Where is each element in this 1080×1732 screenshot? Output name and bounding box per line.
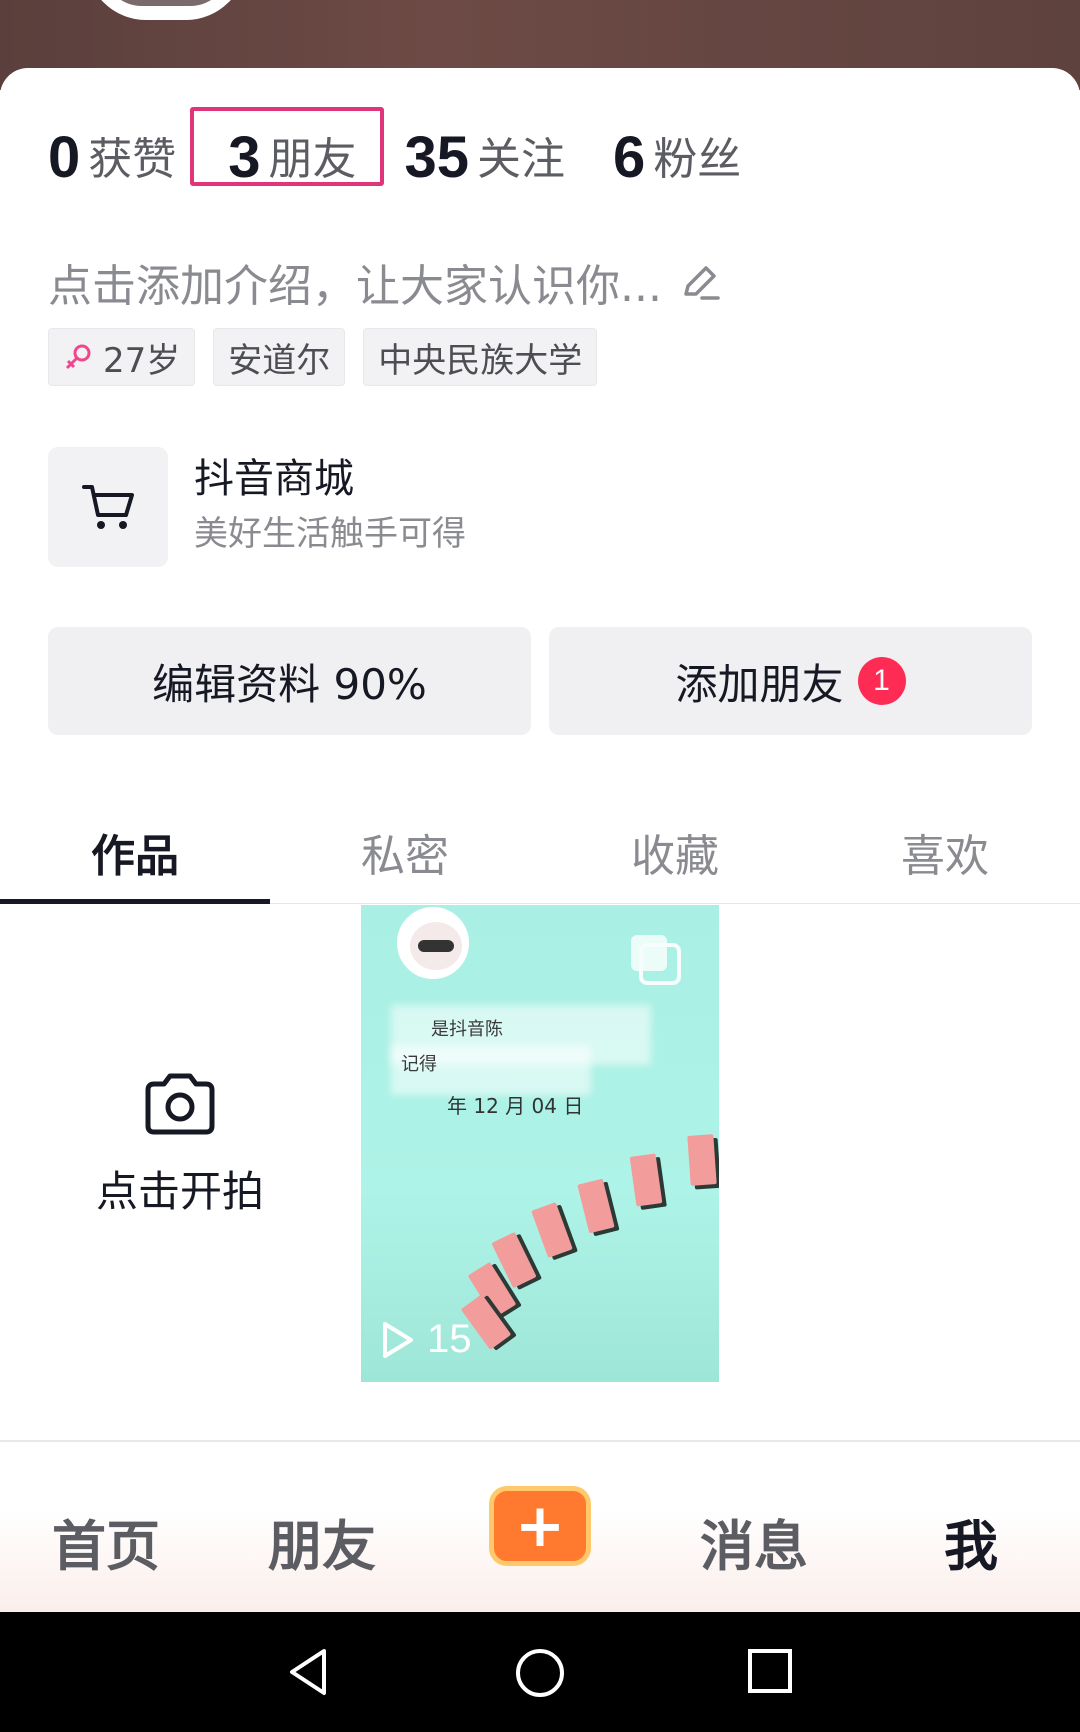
followers-label: 粉丝 (653, 134, 742, 185)
start-shooting-tile[interactable]: 点击开拍 (0, 905, 360, 1385)
cart-icon (82, 485, 134, 529)
following-label: 关注 (477, 134, 566, 185)
plus-icon: + (514, 1491, 566, 1561)
domino (687, 1134, 717, 1186)
stat-following[interactable]: 35 关注 (405, 128, 566, 188)
play-icon (383, 1321, 413, 1358)
stat-followers[interactable]: 6 粉丝 (613, 128, 741, 188)
shop-icon-box (48, 447, 168, 567)
add-friend-label: 添加朋友 (675, 659, 844, 709)
tab-works[interactable]: 作品 (0, 800, 270, 904)
stats-row: 0 获赞 3 朋友 35 关注 6 粉丝 (48, 118, 789, 188)
play-count: 15 (379, 1317, 472, 1362)
stat-likes[interactable]: 0 获赞 (48, 128, 176, 188)
add-friend-button[interactable]: 添加朋友 1 (549, 627, 1032, 735)
video-avatar (397, 907, 469, 979)
notification-badge: 1 (857, 657, 906, 705)
video-thumbnail[interactable]: 是抖音陈 记得 年 12 月 04 日 15 (361, 905, 719, 1382)
back-icon[interactable] (284, 1647, 334, 1697)
following-count: 35 (404, 125, 470, 190)
edit-profile-button[interactable]: 编辑资料 90% (48, 627, 531, 735)
tab-likes[interactable]: 喜欢 (810, 800, 1080, 903)
likes-label: 获赞 (88, 134, 177, 185)
nav-messages[interactable]: 消息 (700, 1502, 808, 1581)
home-icon[interactable] (514, 1647, 566, 1699)
tab-private[interactable]: 私密 (270, 800, 540, 903)
age-tag[interactable]: 27岁 (48, 328, 196, 386)
camera-icon (145, 1073, 215, 1134)
create-button[interactable]: + (489, 1486, 591, 1566)
school-tag[interactable]: 中央民族大学 (363, 328, 598, 386)
profile-tags: 27岁 安道尔 中央民族大学 (48, 328, 598, 386)
tab-favorites[interactable]: 收藏 (540, 800, 810, 903)
domino (531, 1202, 573, 1258)
system-nav-bar (0, 1612, 1080, 1732)
start-shooting-label: 点击开拍 (95, 1166, 264, 1216)
bottom-nav: 首页 朋友 + 消息 我 (0, 1440, 1080, 1612)
shop-title: 抖音商城 (194, 456, 354, 502)
play-count-value: 15 (427, 1317, 472, 1361)
bio-row[interactable]: 点击添加介绍，让大家认识你... (48, 250, 722, 314)
video-caption-2: 记得 (401, 1054, 437, 1075)
bio-placeholder: 点击添加介绍，让大家认识你... (48, 261, 662, 312)
city-label: 安道尔 (228, 340, 331, 381)
nav-friends[interactable]: 朋友 (268, 1502, 376, 1581)
video-caption-1: 是抖音陈 (431, 1019, 503, 1040)
city-tag[interactable]: 安道尔 (213, 328, 346, 386)
female-icon (65, 344, 91, 370)
domino (577, 1178, 615, 1234)
followers-count: 6 (613, 125, 646, 190)
nav-home[interactable]: 首页 (52, 1502, 160, 1581)
school-label: 中央民族大学 (378, 340, 583, 381)
likes-count: 0 (48, 125, 81, 190)
shop-subtitle: 美好生活触手可得 (194, 514, 466, 554)
multi-image-icon (631, 935, 681, 985)
nav-me[interactable]: 我 (944, 1502, 998, 1581)
edit-profile-label: 编辑资料 90% (152, 659, 427, 709)
video-date: 年 12 月 04 日 (447, 1094, 584, 1118)
friends-highlight-box (190, 107, 384, 186)
shop-entry[interactable]: 抖音商城 美好生活触手可得 (48, 447, 466, 567)
recents-icon[interactable] (746, 1647, 794, 1695)
age-label: 27岁 (103, 340, 181, 381)
domino (629, 1153, 663, 1207)
pencil-icon (684, 266, 720, 300)
content-tabs: 作品 私密 收藏 喜欢 (0, 800, 1080, 904)
